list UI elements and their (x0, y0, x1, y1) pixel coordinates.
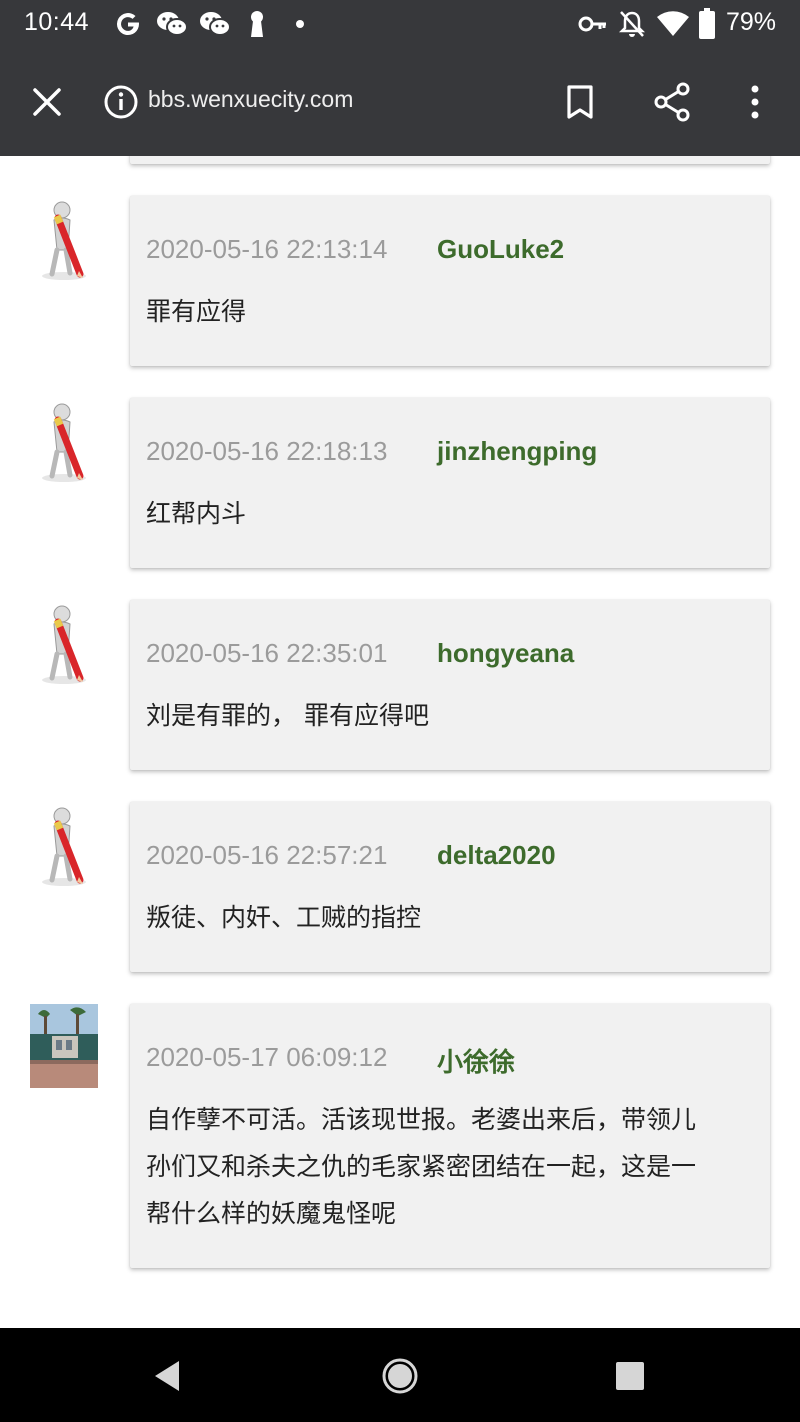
close-button[interactable] (21, 76, 73, 128)
back-icon (155, 1361, 179, 1391)
comment-text-line: 帮什么样的妖魔鬼怪呢 (146, 1199, 397, 1228)
comment-username[interactable]: hongyeana (437, 638, 574, 669)
comment-meta: 2020-05-16 22:35:01 hongyeana (146, 638, 574, 669)
more-icon (751, 85, 759, 119)
google-icon (117, 13, 140, 36)
bookmark-button[interactable] (554, 76, 606, 128)
comment-text: 罪有应得 (146, 297, 247, 326)
comment-card: 2020-05-17 06:09:12 小徐徐 自作孽不可活。活该现世报。老婆出… (130, 1004, 770, 1268)
recents-icon (616, 1362, 644, 1390)
share-icon (654, 82, 690, 122)
dot-icon (296, 20, 304, 28)
home-icon (382, 1358, 418, 1394)
comment-meta: 2020-05-17 06:09:12 小徐徐 (146, 1042, 515, 1077)
comment-card: 2020-05-16 22:18:13 jinzhengping 红帮内斗 (130, 398, 770, 568)
share-button[interactable] (646, 76, 698, 128)
key-icon (578, 16, 606, 32)
status-bar: 10:44 79% (0, 0, 800, 48)
comment-text-line: 自作孽不可活。活该现世报。老婆出来后，带领儿 (146, 1105, 697, 1134)
comment-timestamp: 2020-05-16 22:35:01 (146, 638, 388, 668)
comment-meta: 2020-05-16 22:13:14 GuoLuke2 (146, 234, 564, 265)
bookmark-icon (567, 85, 593, 119)
url-bar[interactable]: bbs.wenxuecity.com (148, 86, 353, 113)
info-icon (104, 85, 138, 119)
comment-meta: 2020-05-16 22:57:21 delta2020 (146, 840, 556, 871)
battery-icon (699, 8, 715, 39)
comment-timestamp: 2020-05-16 22:13:14 (146, 234, 388, 264)
comment-username[interactable]: 小徐徐 (437, 1042, 515, 1079)
comment-text: 刘是有罪的， 罪有应得吧 (146, 701, 429, 730)
comment-card: 2020-05-16 22:35:01 hongyeana 刘是有罪的， 罪有应… (130, 600, 770, 770)
wechat-icon (157, 12, 188, 36)
home-button[interactable] (372, 1348, 428, 1404)
comment-username[interactable]: GuoLuke2 (437, 234, 564, 265)
comment-text-line: 孙们又和杀夫之仇的毛家紧密团结在一起，这是一 (146, 1152, 697, 1181)
comment-username[interactable]: jinzhengping (437, 436, 597, 467)
site-info-button[interactable] (95, 76, 147, 128)
wifi-icon (657, 11, 689, 36)
system-nav-bar (0, 1328, 800, 1422)
browser-toolbar: bbs.wenxuecity.com (0, 48, 800, 156)
close-icon (33, 88, 61, 116)
comment-card: 2020-05-16 22:13:14 GuoLuke2 罪有应得 (130, 196, 770, 366)
wechat-icon (200, 12, 231, 36)
comment-timestamp: 2020-05-16 22:57:21 (146, 840, 388, 870)
comment-text: 叛徒、内奸、工贼的指控 (146, 903, 422, 932)
bell-off-icon (618, 11, 646, 37)
recents-button[interactable] (602, 1348, 658, 1404)
more-menu-button[interactable] (729, 76, 781, 128)
comment-card-partial (130, 156, 770, 164)
comment-text: 自作孽不可活。活该现世报。老婆出来后，带领儿 孙们又和杀夫之仇的毛家紧密团结在一… (146, 1096, 756, 1237)
comment-meta: 2020-05-16 22:18:13 jinzhengping (146, 436, 597, 467)
comment-card: 2020-05-16 22:57:21 delta2020 叛徒、内奸、工贼的指… (130, 802, 770, 972)
comment-username[interactable]: delta2020 (437, 840, 556, 871)
avatar[interactable] (30, 198, 100, 284)
comment-list: 2020-05-16 22:13:14 GuoLuke2 罪有应得 2020-0… (0, 156, 800, 1328)
battery-percent: 79% (725, 8, 776, 36)
comment-text: 红帮内斗 (146, 499, 247, 528)
keyhole-icon (251, 11, 263, 37)
comment-timestamp: 2020-05-17 06:09:12 (146, 1042, 388, 1072)
avatar[interactable] (30, 1004, 98, 1088)
avatar[interactable] (30, 400, 100, 486)
comment-timestamp: 2020-05-16 22:18:13 (146, 436, 388, 466)
back-button[interactable] (139, 1348, 195, 1404)
status-time: 10:44 (24, 8, 90, 36)
avatar[interactable] (30, 804, 100, 890)
avatar[interactable] (30, 602, 100, 688)
